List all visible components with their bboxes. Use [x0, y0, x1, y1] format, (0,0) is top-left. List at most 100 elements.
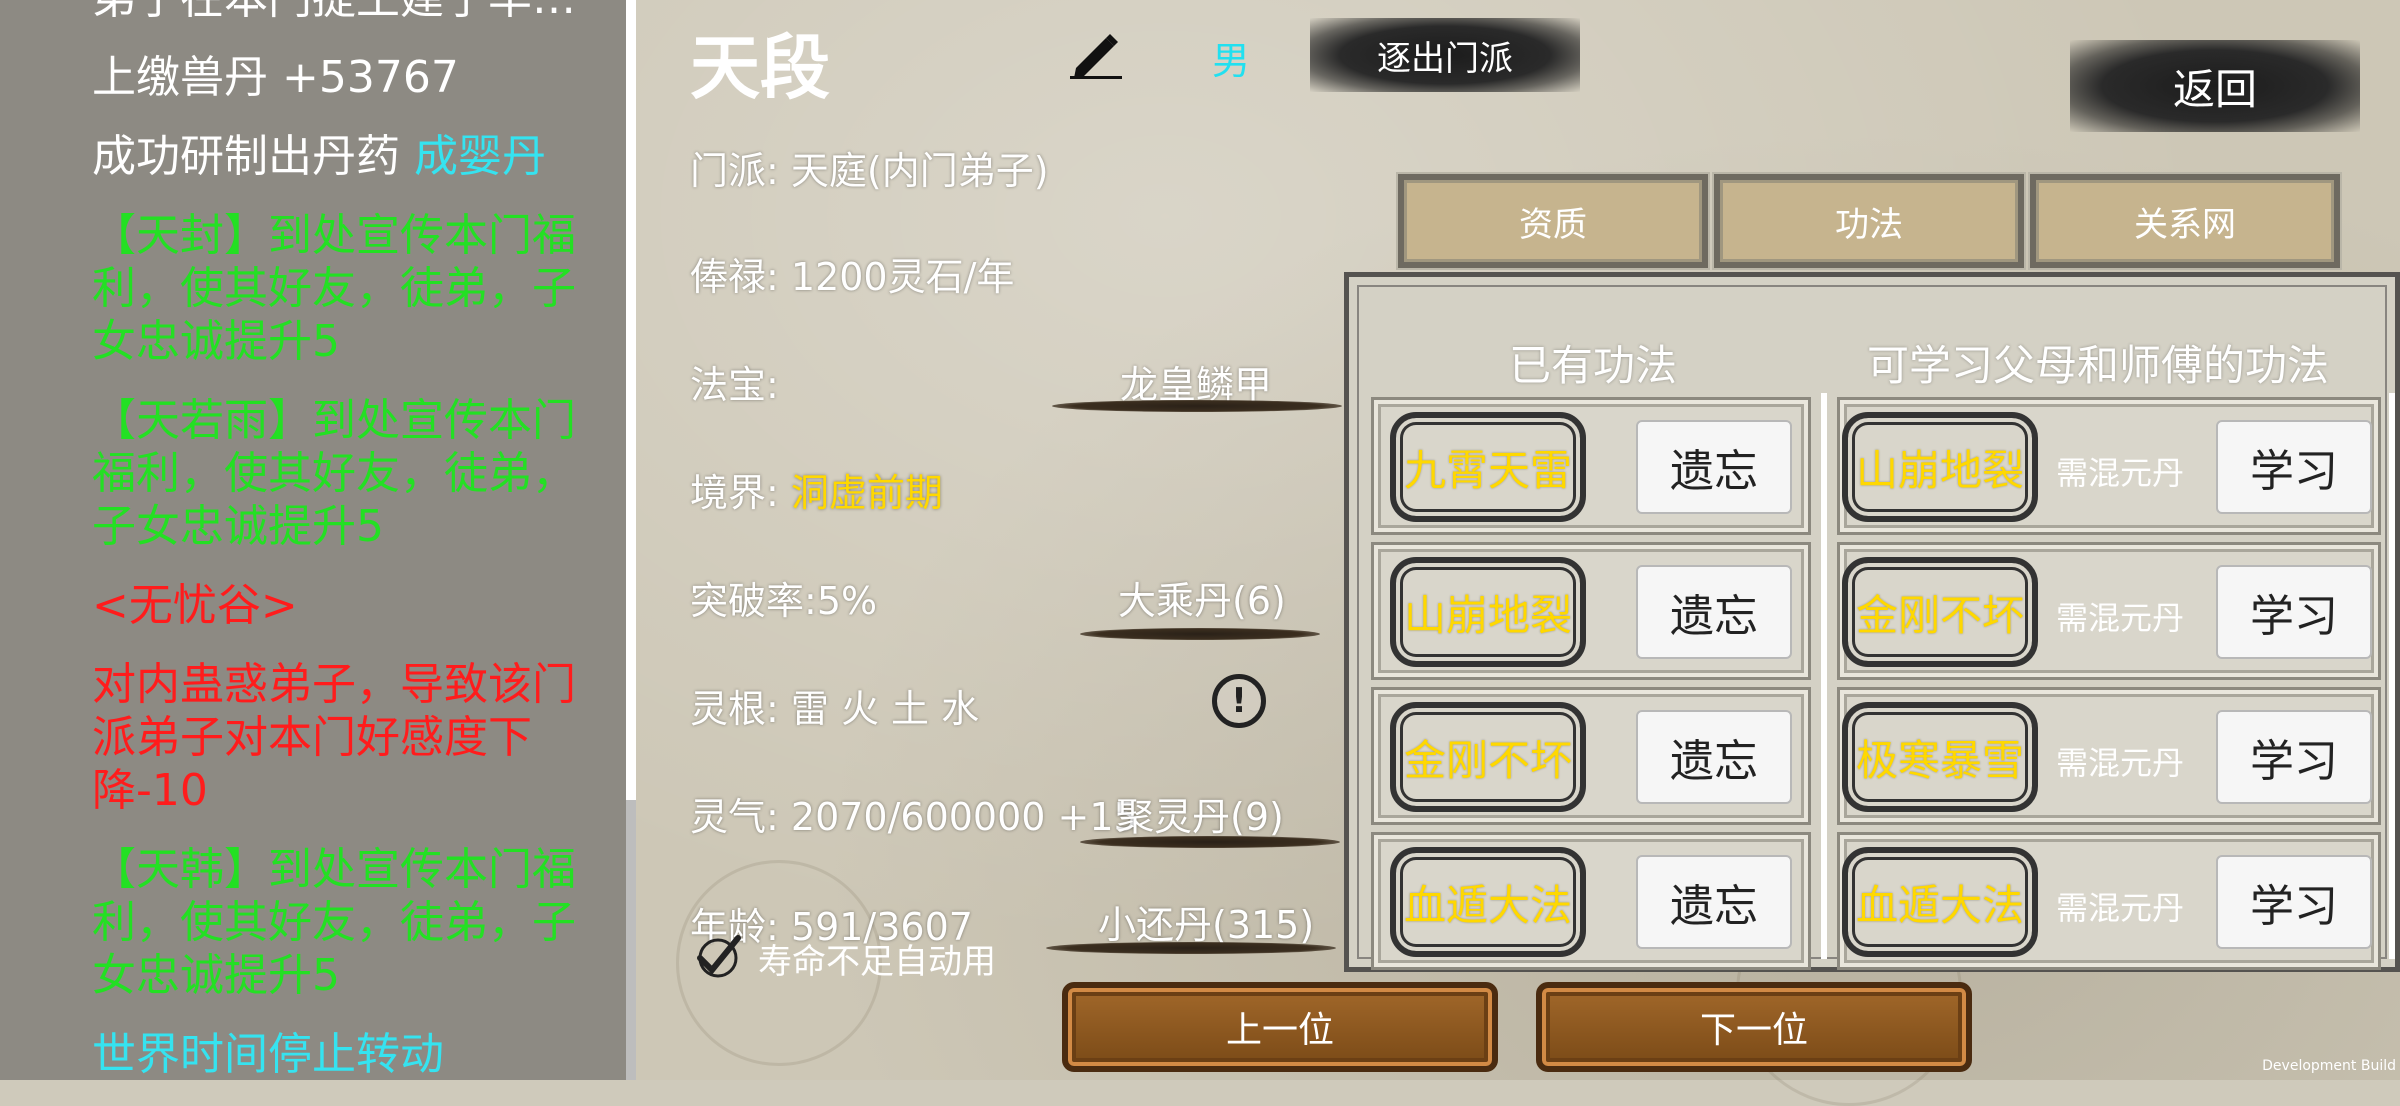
prev-character-button[interactable]: 上一位 — [1062, 982, 1498, 1072]
log-entry: 成功研制出丹药 成婴丹 — [92, 130, 612, 183]
sect-label: 门派: — [690, 149, 791, 193]
breakthrough-value: 5% — [816, 579, 878, 623]
learnable-kungfu-row: 金刚不坏 需混元丹 学习 — [1837, 542, 2381, 680]
qi-pill-button[interactable]: 聚灵丹(9) — [1116, 786, 1284, 841]
event-log-panel[interactable]: 弟子在本门提土建了华… 上缴兽丹 +53767 成功研制出丹药 成婴丹【天封】到处宣… — [0, 0, 626, 1080]
brush-underline — [1080, 628, 1320, 640]
forget-button[interactable]: 遗忘 — [1636, 565, 1792, 659]
expel-button-label: 逐出门派 — [1377, 38, 1513, 79]
log-entry-text: <无忧谷> — [92, 580, 298, 631]
owned-list-scrollbar[interactable] — [1821, 393, 1827, 959]
auto-use-checkbox[interactable] — [694, 932, 742, 980]
kungfu-name-plaque[interactable]: 金刚不坏 — [1390, 702, 1586, 812]
tab-aptitude[interactable]: 资质 — [1396, 172, 1710, 270]
owned-kungfu-row: 金刚不坏 遗忘 — [1371, 687, 1811, 825]
kungfu-name-plaque[interactable]: 极寒暴雪 — [1842, 702, 2038, 812]
tab-relations[interactable]: 关系网 — [2028, 172, 2342, 270]
realm-value: 洞虚前期 — [790, 471, 943, 515]
owned-kungfu-title: 已有功法 — [1509, 341, 1678, 390]
log-scrollbar[interactable] — [626, 0, 636, 1080]
learn-button[interactable]: 学习 — [2216, 710, 2372, 804]
age-pill-button[interactable]: 小还丹(315) — [1098, 894, 1314, 949]
log-entry: 【天韩】到处宣传本门福利，使其好友，徒弟，子女忠诚提升5 — [92, 843, 612, 1002]
tab-kungfu[interactable]: 功法 — [1712, 172, 2026, 270]
log-entry-text: 【天韩】到处宣传本门福利，使其好友，徒弟，子女忠诚提升5 — [92, 844, 576, 1001]
qi-label: 灵气: — [690, 795, 791, 839]
log-entry-text: 世界时间停止转动 — [92, 1029, 444, 1080]
realm-row: 境界: 洞虚前期 — [690, 462, 943, 517]
breakthrough-pill-button[interactable]: 大乘丹(6) — [1118, 570, 1286, 625]
owned-kungfu-row: 山崩地裂 遗忘 — [1371, 542, 1811, 680]
tab-label: 资质 — [1519, 204, 1587, 245]
kungfu-panel: 已有功法 可学习父母和师傅的功法 九霄天雷 遗忘 山崩地裂 遗忘 金刚不坏 遗忘 血遁大法遗… — [1344, 272, 2400, 972]
forget-button[interactable]: 遗忘 — [1636, 420, 1792, 514]
log-entry: 弟子在本门提土建了华… — [92, 0, 612, 25]
log-entry-text: 上缴兽丹 +53767 — [92, 52, 459, 103]
salary-label: 俸禄: — [690, 255, 791, 299]
log-scrollbar-thumb[interactable] — [626, 800, 636, 1080]
owned-kungfu-row: 九霄天雷 遗忘 — [1371, 397, 1811, 535]
log-entry-text: 【天封】到处宣传本门福利，使其好友，徒弟，子女忠诚提升5 — [92, 210, 576, 367]
qi-row: 灵气: 2070/600000 +15 — [690, 786, 1138, 841]
learnable-kungfu-row: 山崩地裂 需混元丹 学习 — [1837, 397, 2381, 535]
pencil-icon[interactable] — [1066, 30, 1126, 80]
sect-row: 门派: 天庭(内门弟子) — [690, 140, 1049, 195]
return-button[interactable]: 返回 — [2070, 40, 2360, 132]
auto-use-label: 寿命不足自动用 — [758, 942, 996, 982]
kungfu-name-plaque[interactable]: 血遁大法 — [1842, 847, 2038, 957]
learn-button[interactable]: 学习 — [2216, 565, 2372, 659]
owned-kungfu-row: 血遁大法 遗忘 — [1371, 832, 1811, 970]
log-entry: 【天若雨】到处宣传本门福利，使其好友，徒弟，子女忠诚提升5 — [92, 394, 612, 553]
breakthrough-row: 突破率:5% — [690, 570, 877, 625]
requirement-label: 需混元丹 — [2056, 889, 2185, 927]
log-entry: 【天封】到处宣传本门福利，使其好友，徒弟，子女忠诚提升5 — [92, 209, 612, 368]
learn-button[interactable]: 学习 — [2216, 420, 2372, 514]
breakthrough-label: 突破率: — [690, 579, 817, 623]
expel-button[interactable]: 逐出门派 — [1310, 18, 1580, 92]
next-button-label: 下一位 — [1699, 1010, 1808, 1051]
log-entry: 世界时间停止转动 — [92, 1028, 612, 1080]
event-log-list: 弟子在本门提土建了华… 上缴兽丹 +53767 成功研制出丹药 成婴丹【天封】到处宣… — [92, 0, 612, 1080]
gender-label: 男 — [1212, 39, 1251, 83]
brush-underline — [1080, 836, 1340, 848]
kungfu-name-plaque[interactable]: 血遁大法 — [1390, 847, 1586, 957]
kungfu-name-plaque[interactable]: 山崩地裂 — [1842, 412, 2038, 522]
brush-underline — [1046, 942, 1336, 954]
log-entry-text: 成功研制出丹药 — [92, 131, 414, 182]
log-entry-text: 弟子在本门提土建了华… — [92, 0, 576, 24]
development-build-label: Development Build — [2262, 1058, 2396, 1074]
kungfu-name-plaque[interactable]: 金刚不坏 — [1842, 557, 2038, 667]
salary-value: 1200灵石/年 — [790, 255, 1015, 299]
tab-label: 功法 — [1835, 204, 1903, 245]
spirit-root-label: 灵根: — [690, 687, 791, 731]
learnable-kungfu-title: 可学习父母和师傅的功法 — [1867, 341, 2330, 390]
log-entry: 对内蛊惑弟子，导致该门派弟子对本门好感度下降-10 — [92, 658, 612, 817]
spirit-root-value: 雷 火 土 水 — [790, 687, 980, 731]
learnable-kungfu-row: 极寒暴雪 需混元丹 学习 — [1837, 687, 2381, 825]
brush-underline — [1052, 400, 1342, 412]
character-name: 天段 — [690, 27, 830, 109]
salary-row: 俸禄: 1200灵石/年 — [690, 246, 1014, 301]
requirement-label: 需混元丹 — [2056, 599, 2185, 637]
qi-value: 2070/600000 +15 — [790, 795, 1138, 839]
next-character-button[interactable]: 下一位 — [1536, 982, 1972, 1072]
exclamation-circle-icon[interactable]: ! — [1212, 674, 1266, 728]
log-entry-text: 【天若雨】到处宣传本门福利，使其好友，徒弟，子女忠诚提升5 — [92, 395, 576, 552]
realm-label: 境界: — [690, 471, 791, 515]
learnable-list-scrollbar[interactable] — [2389, 393, 2395, 959]
log-entry: <无忧谷> — [92, 579, 612, 632]
treasure-label: 法宝: — [690, 363, 779, 407]
tab-label: 关系网 — [2134, 204, 2236, 245]
requirement-label: 需混元丹 — [2056, 454, 2185, 492]
log-entry: 上缴兽丹 +53767 — [92, 51, 612, 104]
forget-button[interactable]: 遗忘 — [1636, 855, 1792, 949]
kungfu-name-plaque[interactable]: 山崩地裂 — [1390, 557, 1586, 667]
learn-button[interactable]: 学习 — [2216, 855, 2372, 949]
spirit-root-row: 灵根: 雷 火 土 水 — [690, 678, 979, 733]
kungfu-name-plaque[interactable]: 九霄天雷 — [1390, 412, 1586, 522]
return-button-label: 返回 — [2172, 64, 2257, 114]
requirement-label: 需混元丹 — [2056, 744, 2185, 782]
learnable-kungfu-row: 血遁大法 需混元丹 学习 — [1837, 832, 2381, 970]
log-entry-text: 对内蛊惑弟子，导致该门派弟子对本门好感度下降-10 — [92, 659, 576, 816]
forget-button[interactable]: 遗忘 — [1636, 710, 1792, 804]
